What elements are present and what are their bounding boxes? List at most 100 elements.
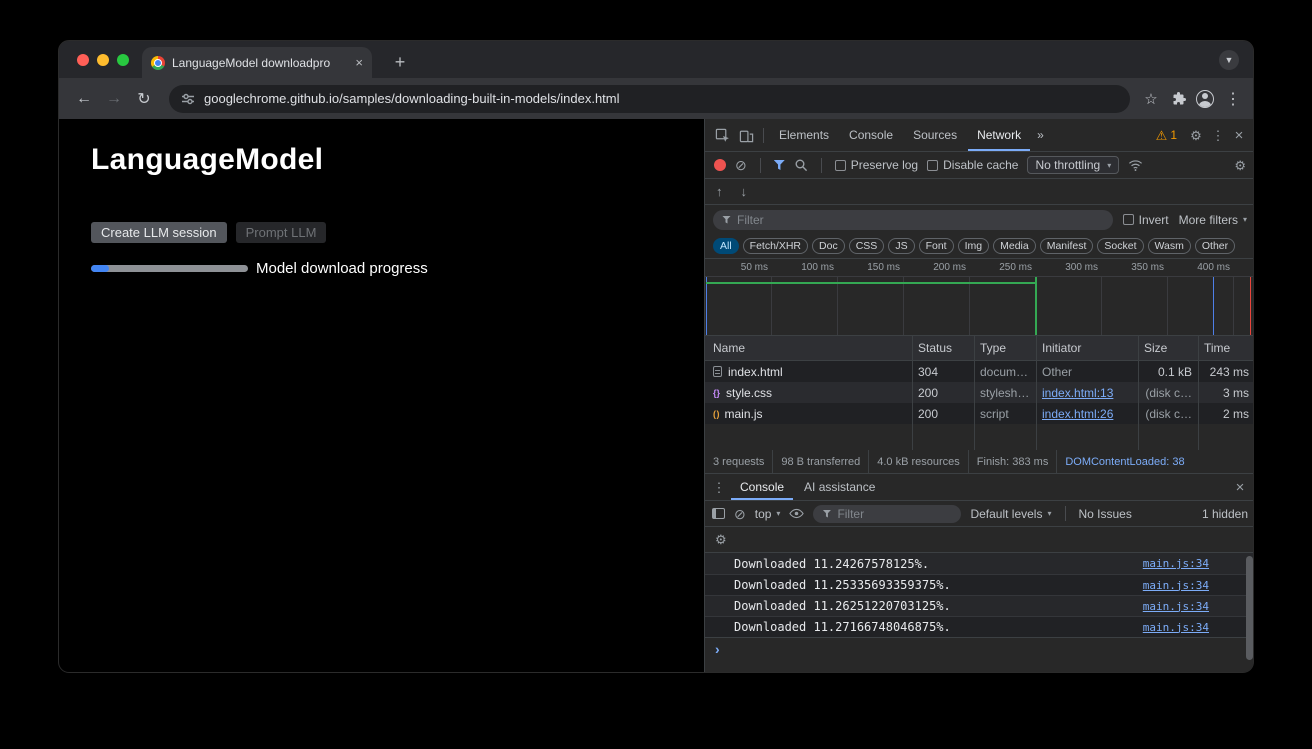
console-source-link[interactable]: main.js:34 (1143, 579, 1209, 592)
import-har-icon[interactable]: ↑ (716, 184, 723, 199)
table-row[interactable]: index.html 304 docum… Other 0.1 kB 243 m… (705, 361, 1254, 382)
clear-console-icon[interactable]: ⊘ (734, 507, 746, 521)
console-source-link[interactable]: main.js:34 (1143, 557, 1209, 570)
export-har-icon[interactable]: ↓ (741, 184, 748, 199)
tab-elements[interactable]: Elements (770, 119, 838, 151)
chip-font[interactable]: Font (919, 238, 954, 254)
invert-filter-checkbox[interactable]: Invert (1123, 213, 1169, 227)
profile-avatar[interactable] (1196, 90, 1214, 108)
close-tab-icon[interactable]: × (355, 55, 363, 70)
drawer-kebab-menu-icon[interactable]: ⋮ (709, 481, 729, 494)
column-header-size[interactable]: Size (1138, 341, 1198, 355)
funnel-icon (822, 510, 831, 518)
preserve-log-checkbox[interactable]: Preserve log (835, 158, 918, 172)
zoom-window-button[interactable] (117, 54, 129, 66)
more-panels-icon[interactable]: » (1032, 119, 1049, 151)
gridline (771, 277, 772, 335)
network-settings-gear-icon[interactable]: ⚙ (1234, 159, 1246, 172)
console-filter-input[interactable]: Filter (813, 505, 961, 523)
record-network-log-button[interactable] (714, 159, 726, 171)
column-header-initiator[interactable]: Initiator (1036, 341, 1138, 355)
request-type-chips: All Fetch/XHR Doc CSS JS Font Img Media … (705, 234, 1254, 259)
issues-status[interactable]: No Issues (1079, 507, 1132, 521)
log-levels-dropdown[interactable]: Default levels ▾ (970, 507, 1051, 521)
initiator-link[interactable]: index.html:13 (1042, 386, 1113, 400)
console-message: Downloaded 11.27166748046875%. main.js:3… (705, 616, 1254, 637)
reload-button[interactable]: ↻ (129, 84, 159, 114)
checkbox[interactable] (1123, 214, 1134, 225)
browser-menu-icon[interactable]: ⋮ (1223, 84, 1243, 114)
close-window-button[interactable] (77, 54, 89, 66)
chip-doc[interactable]: Doc (812, 238, 845, 254)
console-message: Downloaded 11.25335693359375%. main.js:3… (705, 574, 1254, 595)
bookmark-star-icon[interactable]: ☆ (1140, 84, 1162, 114)
forward-button[interactable]: → (99, 84, 129, 114)
tab-sources[interactable]: Sources (904, 119, 966, 151)
tab-network[interactable]: Network (968, 119, 1030, 151)
network-search-icon[interactable] (794, 158, 808, 172)
throttling-select[interactable]: No throttling ▾ (1027, 156, 1119, 174)
tab-search-button[interactable]: ▼ (1219, 50, 1239, 70)
initiator-link[interactable]: index.html:26 (1042, 407, 1113, 421)
console-settings-gear-icon[interactable]: ⚙ (715, 533, 727, 546)
chip-fetch-xhr[interactable]: Fetch/XHR (743, 238, 808, 254)
live-expression-eye-icon[interactable] (789, 508, 804, 519)
network-overview-timeline[interactable]: 50 ms 100 ms 150 ms 200 ms 250 ms 300 ms… (705, 259, 1254, 336)
chip-media[interactable]: Media (993, 238, 1036, 254)
disable-cache-checkbox[interactable]: Disable cache (927, 158, 1018, 172)
divider (821, 158, 822, 173)
table-row[interactable]: style.css 200 stylesh… index.html:13 (di… (705, 382, 1254, 403)
new-tab-button[interactable]: + (388, 49, 412, 75)
gridline (969, 277, 970, 335)
chip-css[interactable]: CSS (849, 238, 885, 254)
chip-socket[interactable]: Socket (1097, 238, 1143, 254)
create-llm-session-button[interactable]: Create LLM session (91, 222, 227, 243)
checkbox[interactable] (927, 160, 938, 171)
filter-toggle-icon[interactable] (774, 160, 785, 170)
hidden-messages-count[interactable]: 1 hidden (1202, 507, 1248, 521)
console-source-link[interactable]: main.js:34 (1143, 600, 1209, 613)
network-conditions-icon[interactable] (1128, 159, 1143, 172)
scrollbar-thumb[interactable] (1246, 556, 1253, 660)
more-filters-dropdown[interactable]: More filters ▾ (1179, 213, 1247, 227)
javascript-context-selector[interactable]: top ▾ (755, 507, 781, 521)
clear-network-log-icon[interactable]: ⊘ (735, 158, 747, 172)
address-bar[interactable]: googlechrome.github.io/samples/downloadi… (169, 85, 1130, 113)
inspect-element-icon[interactable] (711, 128, 733, 143)
har-actions-row: ↑ ↓ (705, 179, 1254, 205)
devtools-kebab-menu-icon[interactable]: ⋮ (1209, 129, 1227, 142)
console-source-link[interactable]: main.js:34 (1143, 621, 1209, 634)
tab-console-drawer[interactable]: Console (731, 474, 793, 500)
page-title: LanguageModel (91, 143, 323, 177)
site-info-icon[interactable] (181, 92, 195, 106)
browser-window: LanguageModel downloadpro × + ▼ ← → ↻ go… (58, 40, 1254, 673)
table-row[interactable]: main.js 200 script index.html:26 (disk c… (705, 403, 1254, 424)
console-prompt[interactable]: › (705, 637, 1254, 659)
network-filter-input[interactable]: Filter (713, 210, 1113, 230)
chip-img[interactable]: Img (958, 238, 990, 254)
browser-tab[interactable]: LanguageModel downloadpro × (142, 47, 372, 78)
close-devtools-icon[interactable]: × (1229, 128, 1249, 143)
column-header-time[interactable]: Time (1198, 341, 1254, 355)
column-header-name[interactable]: Name (705, 341, 912, 355)
chip-wasm[interactable]: Wasm (1148, 238, 1191, 254)
tab-ai-assistance[interactable]: AI assistance (795, 474, 884, 500)
extensions-icon[interactable] (1171, 91, 1187, 107)
chip-all[interactable]: All (713, 238, 739, 254)
minimize-window-button[interactable] (97, 54, 109, 66)
device-toolbar-icon[interactable] (735, 128, 757, 143)
chip-other[interactable]: Other (1195, 238, 1235, 254)
console-sidebar-toggle-icon[interactable] (712, 508, 725, 519)
prompt-llm-button[interactable]: Prompt LLM (236, 222, 327, 243)
devtools-settings-gear-icon[interactable]: ⚙ (1185, 129, 1207, 142)
column-header-status[interactable]: Status (912, 341, 974, 355)
back-button[interactable]: ← (69, 84, 99, 114)
close-drawer-icon[interactable]: × (1229, 480, 1251, 495)
checkbox[interactable] (835, 160, 846, 171)
tab-console[interactable]: Console (840, 119, 902, 151)
chip-js[interactable]: JS (888, 238, 914, 254)
column-header-type[interactable]: Type (974, 341, 1036, 355)
model-progress-bar (91, 265, 248, 272)
chip-manifest[interactable]: Manifest (1040, 238, 1094, 254)
issues-warning-badge[interactable]: ⚠ 1 (1150, 128, 1183, 142)
